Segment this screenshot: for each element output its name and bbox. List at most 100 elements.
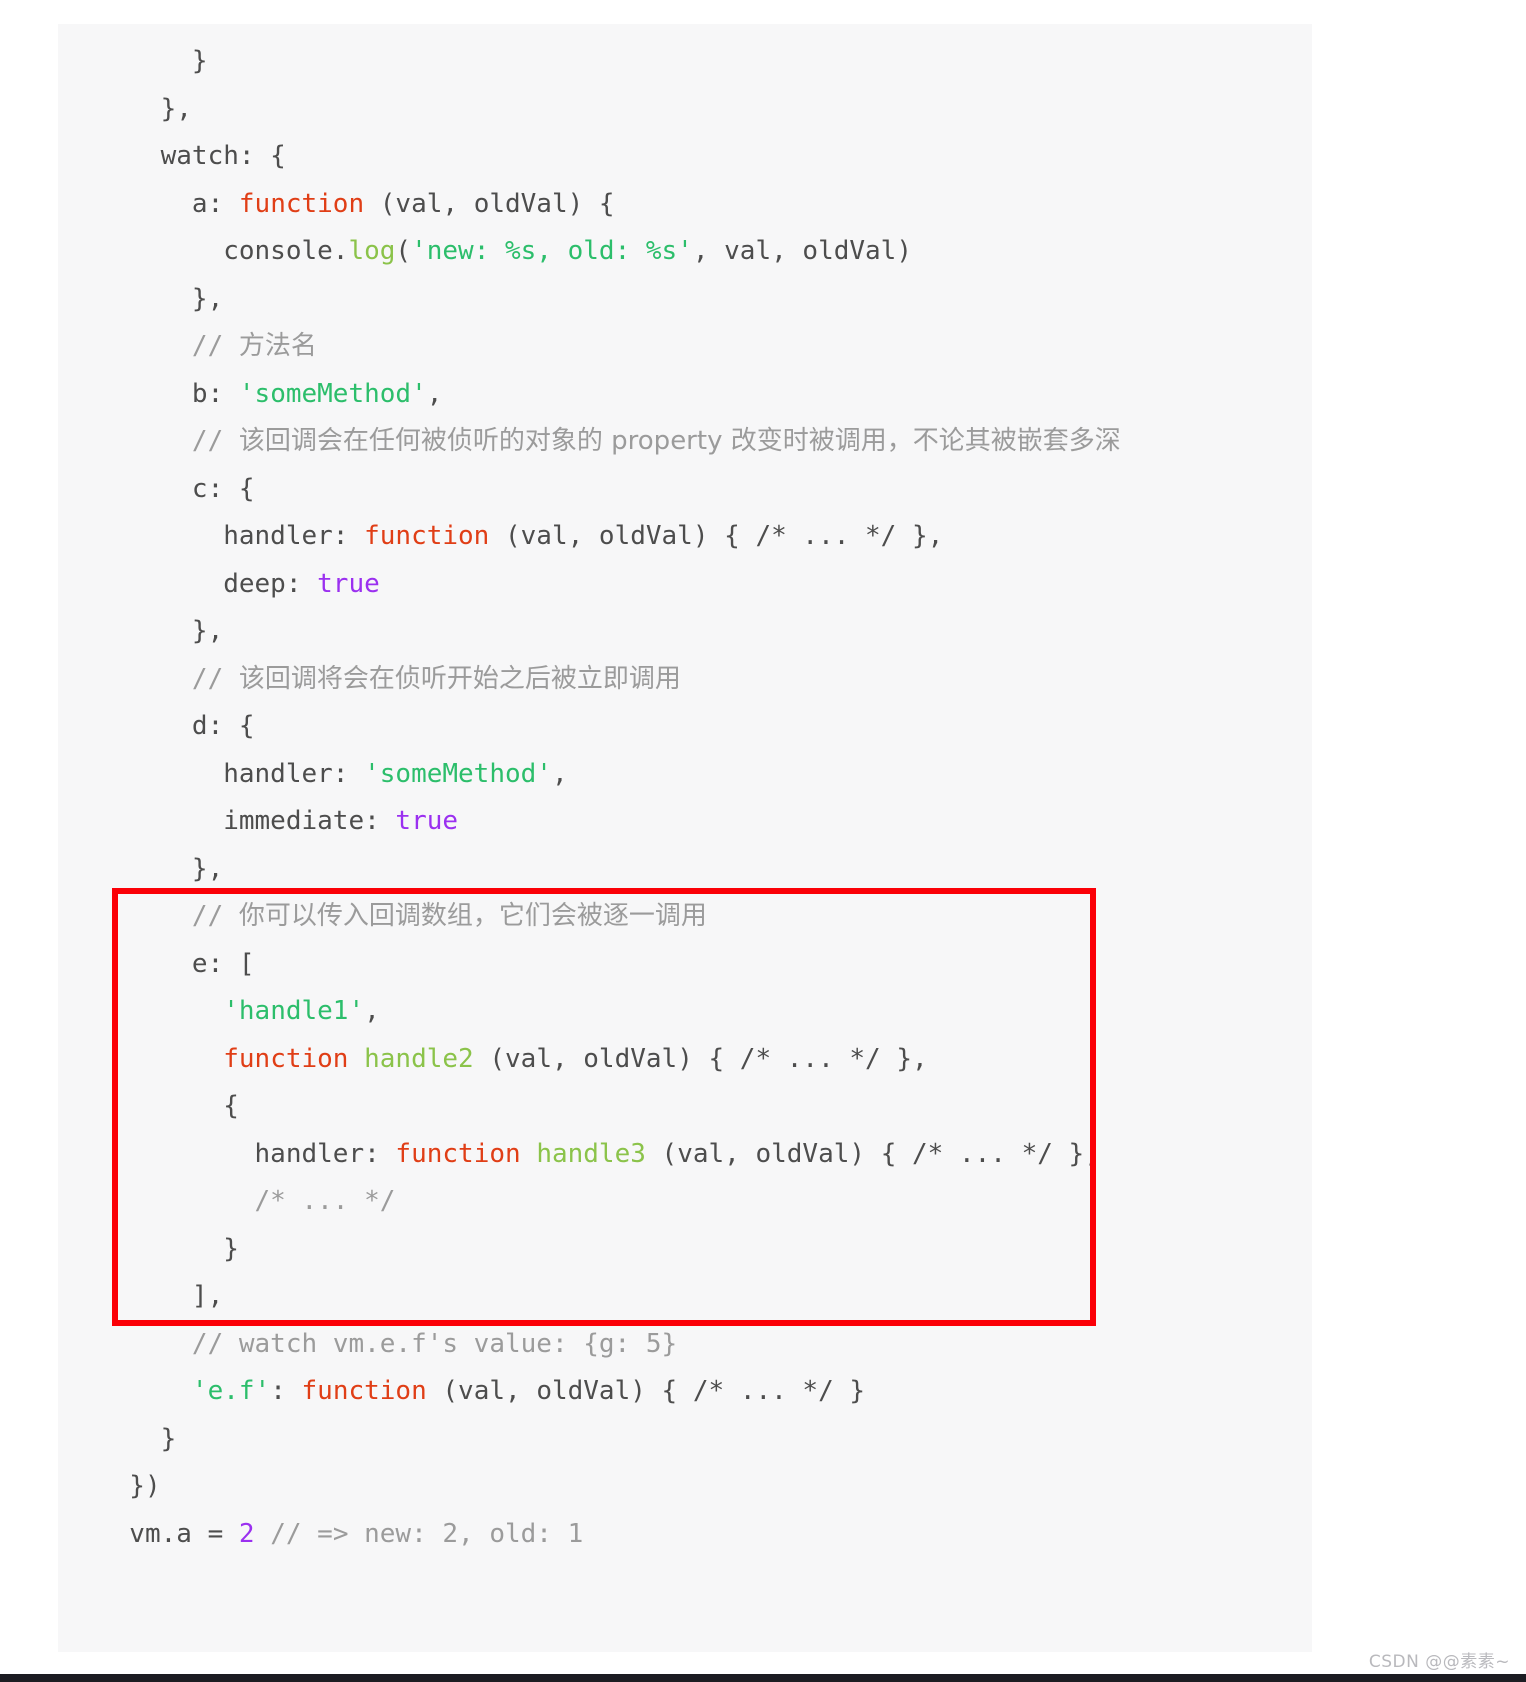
- code-token: /* ... */: [98, 1186, 396, 1216]
- code-token: 该回调会在任何被侦听的对象的 property 改变时被调用，不论其被嵌套多深: [238, 426, 1121, 456]
- code-line: // 方法名: [58, 323, 1312, 371]
- code-line: ],: [58, 1273, 1312, 1321]
- code-token: c: {: [98, 473, 255, 504]
- code-line: watch: {: [58, 133, 1312, 181]
- code-token: {: [98, 1091, 239, 1121]
- bottom-bar: [0, 1674, 1526, 1682]
- code-line: // 该回调会在任何被侦听的对象的 property 改变时被调用，不论其被嵌套…: [58, 418, 1312, 466]
- code-token: handle3: [536, 1138, 646, 1169]
- code-token: handler:: [98, 1138, 396, 1169]
- watermark-text: CSDN @@素素~: [1368, 1652, 1510, 1672]
- code-line: immediate: true: [58, 798, 1312, 846]
- code-token: (val, oldVal) { /* ... */ },: [645, 1138, 1100, 1169]
- code-token: handler:: [98, 758, 365, 789]
- code-token: // => new: 2, old: 1: [270, 1518, 584, 1549]
- code-token: (val, oldVal) { /* ... */ },: [489, 521, 944, 551]
- code-block-panel: } }, watch: { a: function (val, oldVal) …: [58, 24, 1312, 1652]
- code-token: }): [98, 1471, 161, 1501]
- code-line: },: [58, 608, 1312, 656]
- code-token: true: [395, 806, 459, 836]
- code-token: },: [98, 853, 224, 884]
- code-token: 'handle1': [223, 996, 365, 1026]
- code-line: 'handle1',: [58, 988, 1312, 1036]
- code-token: 'someMethod': [364, 758, 552, 789]
- code-token: immediate:: [98, 806, 396, 836]
- code-line: function handle2 (val, oldVal) { /* ... …: [58, 1036, 1312, 1084]
- code-line: console.log('new: %s, old: %s', val, old…: [58, 228, 1312, 276]
- code-token: deep:: [98, 568, 318, 599]
- code-line: }: [58, 38, 1312, 86]
- code-line: /* ... */: [58, 1178, 1312, 1226]
- code-token: }: [98, 1423, 177, 1454]
- code-token: ],: [98, 1281, 224, 1311]
- code-token: }: [98, 46, 208, 76]
- code-line: a: function (val, oldVal) {: [58, 181, 1312, 229]
- code-line: handler: 'someMethod',: [58, 751, 1312, 799]
- code-token: , val, oldVal): [692, 236, 912, 266]
- page-right-margin: [1312, 0, 1526, 1682]
- code-line: },: [58, 276, 1312, 324]
- code-token: },: [98, 283, 224, 314]
- code-line: {: [58, 1083, 1312, 1131]
- code-token: :: [270, 1376, 302, 1406]
- code-token: 你可以传入回调数组，它们会被逐一调用: [238, 901, 707, 931]
- code-token: log: [348, 236, 396, 266]
- code-token: //: [98, 426, 239, 456]
- code-token: // watch vm.e.f's value: {g: 5}: [98, 1328, 678, 1359]
- code-token: console.: [98, 236, 349, 266]
- code-token: a:: [98, 188, 239, 219]
- code-token: e: [: [98, 948, 255, 979]
- code-token: 'new: %s, old: %s': [411, 236, 693, 266]
- code-token: function: [238, 188, 365, 219]
- code-token: b:: [98, 378, 239, 409]
- code-line: d: {: [58, 703, 1312, 751]
- code-lines-container[interactable]: } }, watch: { a: function (val, oldVal) …: [58, 38, 1312, 1558]
- code-line: },: [58, 846, 1312, 894]
- code-token: 方法名: [238, 331, 317, 361]
- code-token: d: {: [98, 711, 255, 741]
- code-line: e: [: [58, 941, 1312, 989]
- code-token: },: [98, 616, 224, 646]
- code-token: (val, oldVal) {: [364, 188, 615, 219]
- code-token: (val, oldVal) { /* ... */ },: [473, 1043, 928, 1074]
- code-line: },: [58, 86, 1312, 134]
- code-token: //: [98, 663, 239, 694]
- code-line: }: [58, 1226, 1312, 1274]
- code-line: b: 'someMethod',: [58, 371, 1312, 419]
- code-token: //: [98, 901, 239, 931]
- code-line: handler: function (val, oldVal) { /* ...…: [58, 513, 1312, 561]
- code-line: 'e.f': function (val, oldVal) { /* ... *…: [58, 1368, 1312, 1416]
- code-token: handle2: [364, 1043, 474, 1074]
- code-line: // 你可以传入回调数组，它们会被逐一调用: [58, 893, 1312, 941]
- code-token: function: [223, 1043, 349, 1074]
- code-token: watch: {: [98, 141, 286, 171]
- code-line: deep: true: [58, 561, 1312, 609]
- code-line: handler: function handle3 (val, oldVal) …: [58, 1131, 1312, 1179]
- code-token: true: [317, 568, 380, 599]
- code-line: // watch vm.e.f's value: {g: 5}: [58, 1321, 1312, 1369]
- code-line: // 该回调将会在侦听开始之后被立即调用: [58, 656, 1312, 704]
- code-token: ,: [426, 378, 443, 409]
- code-token: ,: [551, 758, 568, 789]
- page-left-margin: [0, 0, 58, 1682]
- code-line: c: {: [58, 466, 1312, 514]
- code-line: }): [58, 1463, 1312, 1511]
- code-line: vm.a = 2 // => new: 2, old: 1: [58, 1511, 1312, 1559]
- code-token: //: [98, 331, 239, 361]
- code-token: function: [301, 1376, 427, 1406]
- page-top-margin: [0, 0, 1526, 24]
- code-line: }: [58, 1416, 1312, 1464]
- code-token: }: [98, 1233, 239, 1264]
- code-token: (: [395, 236, 412, 266]
- code-token: handler:: [98, 521, 365, 551]
- code-token: 'someMethod': [238, 378, 427, 409]
- code-token: },: [98, 93, 192, 124]
- code-token: (val, oldVal) { /* ... */ }: [426, 1376, 866, 1406]
- code-token: ,: [364, 996, 380, 1026]
